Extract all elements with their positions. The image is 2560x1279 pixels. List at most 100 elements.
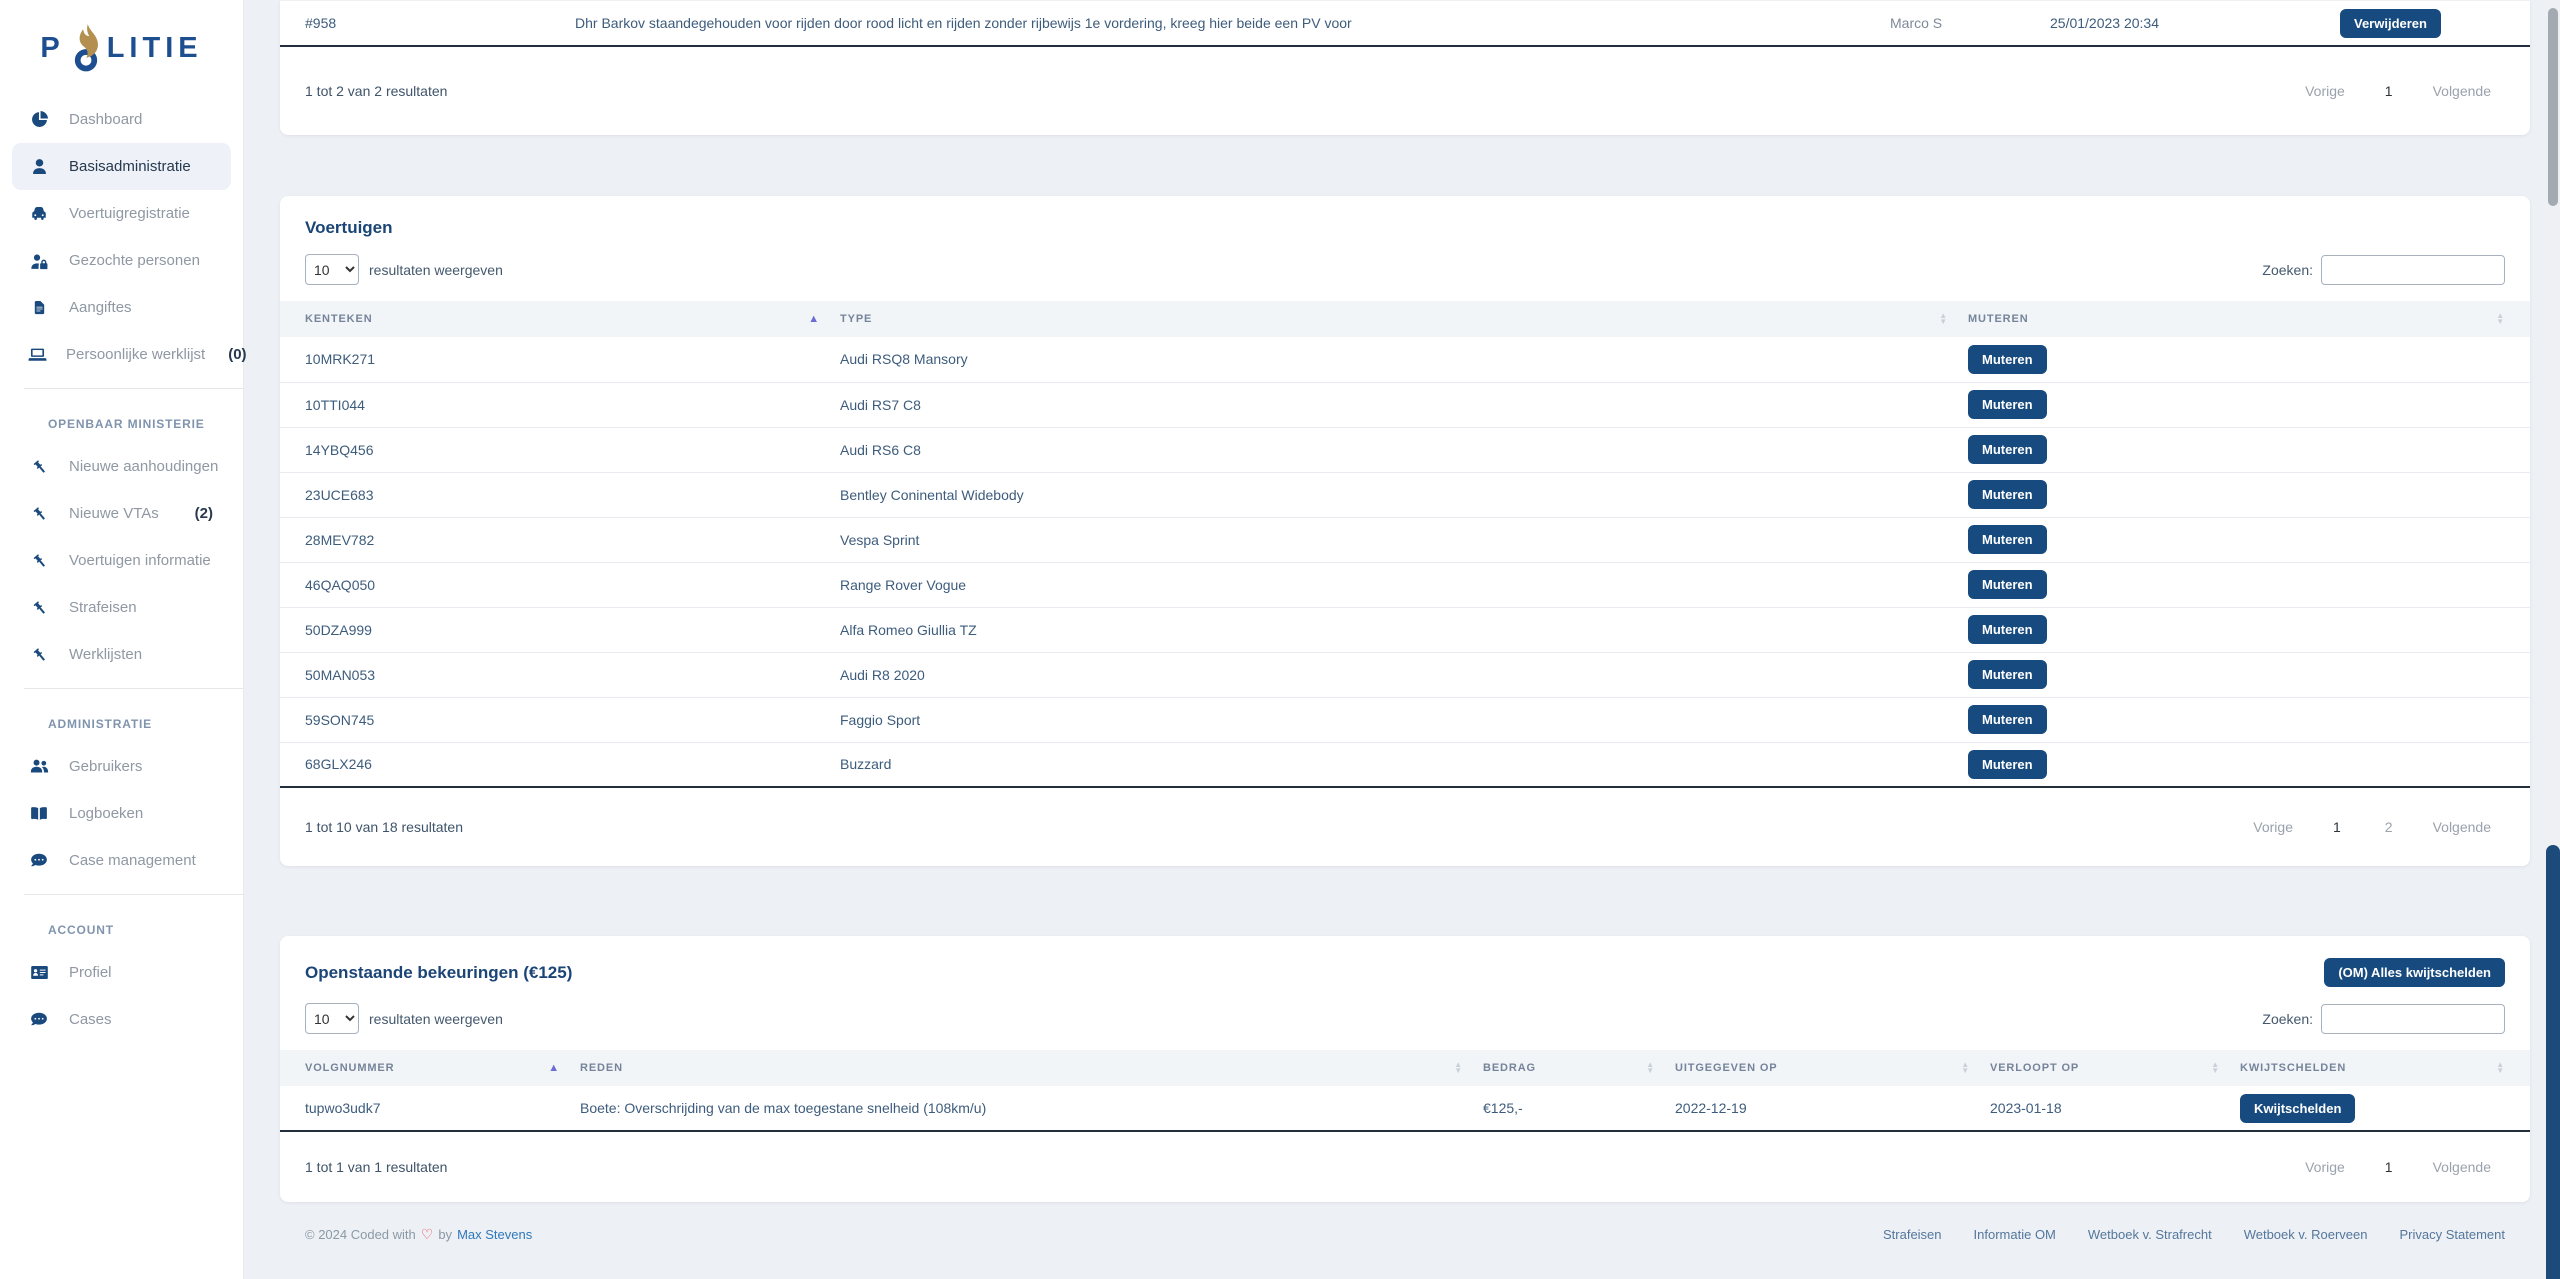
sidebar-item-profiel[interactable]: Profiel (12, 949, 231, 996)
sidebar-item-label: Nieuwe VTAs (69, 505, 159, 522)
vehicle-type: Bentley Coninental Widebody (840, 472, 1968, 517)
vehicle-action-cell: Muteren (1968, 652, 2530, 697)
pagination-next[interactable]: Volgende (2419, 819, 2505, 835)
pagination-page-1[interactable]: 1 (2367, 83, 2411, 99)
col-kwijtschelden[interactable]: KWIJTSCHELDEN ▲▼ (2240, 1050, 2530, 1086)
muteren-button[interactable]: Muteren (1968, 435, 2047, 464)
fines-card: Openstaande bekeuringen (€125) (OM) Alle… (280, 936, 2530, 1202)
pagination-prev[interactable]: Vorige (2291, 1159, 2359, 1175)
om-alles-kwijtschelden-button[interactable]: (OM) Alles kwijtschelden (2324, 958, 2505, 987)
section-label-administratie: ADMINISTRATIE (0, 689, 243, 743)
vehicle-kenteken: 14YBQ456 (280, 427, 840, 472)
scrollbar-thumb-bottom[interactable] (2546, 845, 2560, 1279)
note-author: Marco S (1890, 15, 2050, 31)
sidebar: P LITIE Dashboard Basisadministrat (0, 0, 243, 1279)
sidebar-item-basisadministratie[interactable]: Basisadministratie (12, 143, 231, 190)
notes-results-summary: 1 tot 2 van 2 resultaten (305, 83, 447, 99)
footer-link[interactable]: Privacy Statement (2400, 1227, 2506, 1242)
col-kenteken[interactable]: KENTEKEN ▲ (280, 301, 840, 337)
muteren-button[interactable]: Muteren (1968, 480, 2047, 509)
sidebar-item-label: Case management (69, 852, 196, 869)
note-description: Dhr Barkov staandegehouden voor rijden d… (575, 15, 1890, 31)
col-uitgegeven-op[interactable]: UITGEGEVEN OP ▲▼ (1675, 1050, 1990, 1086)
col-bedrag[interactable]: BEDRAG ▲▼ (1483, 1050, 1675, 1086)
sidebar-item-gezochte-personen[interactable]: Gezochte personen (12, 237, 231, 284)
notes-card: #958 Dhr Barkov staandegehouden voor rij… (280, 0, 2530, 135)
sidebar-item-voertuigregistratie[interactable]: Voertuigregistratie (12, 190, 231, 237)
fines-page-length-select[interactable]: 10 (305, 1003, 359, 1034)
comment-icon (28, 1011, 50, 1029)
vehicles-search-input[interactable] (2321, 255, 2505, 285)
muteren-button[interactable]: Muteren (1968, 750, 2047, 779)
kwijtschelden-button[interactable]: Kwijtschelden (2240, 1094, 2355, 1123)
footer-link[interactable]: Wetboek v. Strafrecht (2088, 1227, 2212, 1242)
col-type[interactable]: TYPE ▲▼ (840, 301, 1968, 337)
sidebar-item-case-management[interactable]: Case management (12, 837, 231, 884)
sort-both-icon: ▲▼ (1454, 1062, 1463, 1074)
footer-link[interactable]: Informatie OM (1974, 1227, 2056, 1242)
col-verloopt-op[interactable]: VERLOOPT OP ▲▼ (1990, 1050, 2240, 1086)
note-row: #958 Dhr Barkov staandegehouden voor rij… (280, 0, 2530, 47)
sidebar-item-voertuigen-informatie[interactable]: Voertuigen informatie (12, 537, 231, 584)
sidebar-item-aangiftes[interactable]: Aangiftes (12, 284, 231, 331)
sidebar-item-gebruikers[interactable]: Gebruikers (12, 743, 231, 790)
note-id: #958 (280, 15, 575, 31)
vehicles-results-summary: 1 tot 10 van 18 resultaten (305, 819, 463, 835)
muteren-button[interactable]: Muteren (1968, 705, 2047, 734)
sidebar-item-nieuwe-aanhoudingen[interactable]: Nieuwe aanhoudingen (12, 443, 231, 490)
sidebar-item-persoonlijke-werklijst[interactable]: Persoonlijke werklijst (0) (12, 331, 231, 378)
sidebar-item-label: Persoonlijke werklijst (66, 346, 205, 363)
sidebar-item-werklijsten[interactable]: Werklijsten (12, 631, 231, 678)
muteren-button[interactable]: Muteren (1968, 525, 2047, 554)
main-content: #958 Dhr Barkov staandegehouden voor rij… (243, 0, 2560, 1279)
col-muteren[interactable]: MUTEREN ▲▼ (1968, 301, 2530, 337)
sidebar-item-label: Werklijsten (69, 646, 142, 663)
logo-letter-p: P (40, 32, 64, 65)
scrollbar-thumb[interactable] (2548, 8, 2558, 206)
fine-action-cell: Kwijtschelden (2240, 1086, 2530, 1131)
vehicle-kenteken: 68GLX246 (280, 742, 840, 787)
section-label-account: ACCOUNT (0, 895, 243, 949)
pagination-prev[interactable]: Vorige (2291, 83, 2359, 99)
muteren-button[interactable]: Muteren (1968, 570, 2047, 599)
footer-link[interactable]: Wetboek v. Roerveen (2244, 1227, 2368, 1242)
sidebar-item-logboeken[interactable]: Logboeken (12, 790, 231, 837)
muteren-button[interactable]: Muteren (1968, 345, 2047, 374)
col-reden[interactable]: REDEN ▲▼ (580, 1050, 1483, 1086)
muteren-button[interactable]: Muteren (1968, 615, 2047, 644)
id-card-icon (28, 963, 50, 982)
pagination-page-2[interactable]: 2 (2367, 819, 2411, 835)
pagination-next[interactable]: Volgende (2419, 1159, 2505, 1175)
muteren-button[interactable]: Muteren (1968, 660, 2047, 689)
col-volgnummer[interactable]: VOLGNUMMER ▲ (280, 1050, 580, 1086)
gavel-icon (28, 646, 50, 663)
sidebar-menu-admin: Gebruikers Logboeken Case management (0, 743, 243, 884)
sidebar-item-cases[interactable]: Cases (12, 996, 231, 1043)
fines-search-input[interactable] (2321, 1004, 2505, 1034)
search-label: Zoeken: (2262, 262, 2313, 278)
footer-links: Strafeisen Informatie OM Wetboek v. Stra… (1883, 1227, 2505, 1242)
vehicles-page-length-select[interactable]: 10 (305, 254, 359, 285)
muteren-button[interactable]: Muteren (1968, 390, 2047, 419)
section-label-openbaar-ministerie: OPENBAAR MINISTERIE (0, 389, 243, 443)
vehicle-row: 59SON745 Faggio Sport Muteren (280, 697, 2530, 742)
sidebar-item-label: Basisadministratie (69, 158, 191, 175)
politie-logo: P LITIE (0, 0, 243, 96)
sidebar-item-strafeisen[interactable]: Strafeisen (12, 584, 231, 631)
sidebar-item-nieuwe-vtas[interactable]: Nieuwe VTAs (2) (12, 490, 231, 537)
sidebar-item-dashboard[interactable]: Dashboard (12, 96, 231, 143)
vehicles-pagination: Vorige 1 2 Volgende (2239, 819, 2505, 835)
vehicle-row: 50MAN053 Audi R8 2020 Muteren (280, 652, 2530, 697)
car-icon (28, 205, 50, 223)
verwijderen-button[interactable]: Verwijderen (2340, 9, 2441, 38)
sidebar-item-label: Strafeisen (69, 599, 137, 616)
vehicle-type: Vespa Sprint (840, 517, 1968, 562)
pagination-next[interactable]: Volgende (2419, 83, 2505, 99)
pagination-page-1[interactable]: 1 (2367, 1159, 2411, 1175)
author-link[interactable]: Max Stevens (457, 1227, 532, 1242)
footer-link[interactable]: Strafeisen (1883, 1227, 1942, 1242)
gavel-icon (28, 552, 50, 569)
pagination-prev[interactable]: Vorige (2239, 819, 2307, 835)
vehicle-row: 10TTI044 Audi RS7 C8 Muteren (280, 382, 2530, 427)
pagination-page-1[interactable]: 1 (2315, 819, 2359, 835)
